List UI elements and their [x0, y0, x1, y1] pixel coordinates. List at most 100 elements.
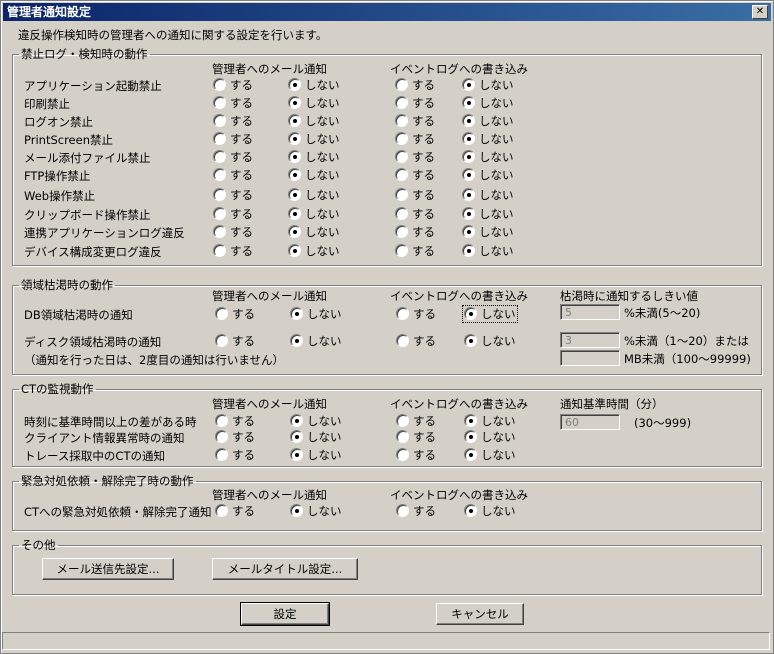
radio-circle-icon	[464, 307, 477, 320]
section3-row0-event-off-radio[interactable]: しない	[464, 414, 516, 428]
section3-row2-mail-on-radio[interactable]: する	[215, 448, 255, 462]
section2-row0-event-on-radio[interactable]: する	[396, 307, 436, 321]
radio-circle-icon	[288, 114, 301, 127]
radio-circle-icon	[396, 504, 409, 517]
section1-row9-mail-on-radio[interactable]: する	[213, 244, 253, 258]
section2-row1-mail-off-radio[interactable]: しない	[290, 334, 342, 348]
section1-row3-event-on-radio[interactable]: する	[395, 132, 435, 146]
section1-row4-mail-off-radio[interactable]: しない	[288, 150, 340, 164]
section3-row2-mail-off-radio[interactable]: しない	[290, 448, 342, 462]
radio-label: する	[232, 504, 255, 518]
radio-label: する	[230, 150, 253, 164]
section1-row8-event-on-radio[interactable]: する	[395, 225, 435, 239]
title-bar[interactable]: 管理者通知設定 ✕	[3, 3, 771, 21]
section3-row0-mail-off-radio[interactable]: しない	[290, 414, 342, 428]
section1-row2-mail-on-radio[interactable]: する	[213, 114, 253, 128]
section1-row4-event-off-radio[interactable]: しない	[462, 150, 514, 164]
ct-time-range: (30～999)	[634, 416, 692, 430]
section1-row-label: ログオン禁止	[24, 115, 93, 129]
section3-row1-event-on-radio[interactable]: する	[396, 430, 436, 444]
section2-row1-event-off-radio[interactable]: しない	[464, 334, 516, 348]
disk-threshold-input[interactable]: 3	[560, 332, 620, 348]
section1-row7-mail-on-radio[interactable]: する	[213, 207, 253, 221]
section3-row1-mail-off-radio[interactable]: しない	[290, 430, 342, 444]
section1-row7-event-on-radio[interactable]: する	[395, 207, 435, 221]
mail-destination-button[interactable]: メール送信先設定...	[42, 558, 174, 580]
section1-row6-event-on-radio[interactable]: する	[395, 188, 435, 202]
radio-label: しない	[305, 188, 340, 202]
section1-row1-mail-on-radio[interactable]: する	[213, 96, 253, 110]
section1-row4-mail-on-radio[interactable]: する	[213, 150, 253, 164]
radio-label: する	[232, 307, 255, 321]
section1-row8-event-off-radio[interactable]: しない	[462, 225, 514, 239]
section1-row2-event-on-radio[interactable]: する	[395, 114, 435, 128]
radio-circle-icon	[290, 504, 303, 517]
section1-row9-event-off-radio[interactable]: しない	[462, 244, 514, 258]
section4-row0-event-off-radio[interactable]: しない	[464, 504, 516, 518]
ok-button[interactable]: 設定	[240, 602, 330, 626]
section3-row1-mail-on-radio[interactable]: する	[215, 430, 255, 444]
section1-row3-event-off-radio[interactable]: しない	[462, 132, 514, 146]
section1-row5-mail-on-radio[interactable]: する	[213, 168, 253, 182]
db-threshold-input[interactable]: 5	[560, 304, 620, 320]
radio-circle-icon	[462, 207, 475, 220]
section1-row0-event-on-radio[interactable]: する	[395, 78, 435, 92]
radio-circle-icon	[396, 448, 409, 461]
section1-row1-mail-off-radio[interactable]: しない	[288, 96, 340, 110]
status-bar	[2, 632, 770, 650]
section1-row3-mail-off-radio[interactable]: しない	[288, 132, 340, 146]
mail-title-button[interactable]: メールタイトル設定...	[212, 558, 358, 580]
close-button[interactable]: ✕	[752, 5, 768, 19]
section4-row0-event-on-radio[interactable]: する	[396, 504, 436, 518]
radio-circle-icon	[213, 225, 226, 238]
section1-row0-mail-off-radio[interactable]: しない	[288, 78, 340, 92]
section1-row6-mail-off-radio[interactable]: しない	[288, 188, 340, 202]
radio-circle-icon	[290, 430, 303, 443]
section3-row0-mail-on-radio[interactable]: する	[215, 414, 255, 428]
s2-note: （通知を行った日は、2度目の通知は行いません）	[24, 353, 284, 367]
section1-row9-mail-off-radio[interactable]: しない	[288, 244, 340, 258]
section2-row1-mail-on-radio[interactable]: する	[215, 334, 255, 348]
section1-row6-mail-on-radio[interactable]: する	[213, 188, 253, 202]
radio-circle-icon	[395, 150, 408, 163]
section1-row2-mail-off-radio[interactable]: しない	[288, 114, 340, 128]
section1-row0-mail-on-radio[interactable]: する	[213, 78, 253, 92]
section1-row3-mail-on-radio[interactable]: する	[213, 132, 253, 146]
section4-row0-mail-off-radio[interactable]: しない	[290, 504, 342, 518]
cancel-button[interactable]: キャンセル	[436, 603, 524, 625]
section1-row1-event-off-radio[interactable]: しない	[462, 96, 514, 110]
ct-time-input[interactable]: 60	[560, 414, 620, 430]
section1-row1-event-on-radio[interactable]: する	[395, 96, 435, 110]
section2-row0-event-off-radio[interactable]: しない	[462, 305, 518, 323]
section1-row7-mail-off-radio[interactable]: しない	[288, 207, 340, 221]
section3-row2-event-on-radio[interactable]: する	[396, 448, 436, 462]
section1-row5-mail-off-radio[interactable]: しない	[288, 168, 340, 182]
section1-row5-event-off-radio[interactable]: しない	[462, 168, 514, 182]
section1-row8-mail-off-radio[interactable]: しない	[288, 225, 340, 239]
disk-mb-threshold-input[interactable]	[560, 350, 620, 366]
section1-row8-mail-on-radio[interactable]: する	[213, 225, 253, 239]
section3-row0-event-on-radio[interactable]: する	[396, 414, 436, 428]
section1-row2-event-off-radio[interactable]: しない	[462, 114, 514, 128]
radio-label: する	[412, 225, 435, 239]
radio-circle-icon	[215, 307, 228, 320]
radio-label: しない	[479, 114, 514, 128]
section1-row6-event-off-radio[interactable]: しない	[462, 188, 514, 202]
radio-circle-icon	[395, 207, 408, 220]
radio-circle-icon	[213, 78, 226, 91]
section2-row0-mail-on-radio[interactable]: する	[215, 307, 255, 321]
section2-row0-mail-off-radio[interactable]: しない	[290, 307, 342, 321]
section1-row4-event-on-radio[interactable]: する	[395, 150, 435, 164]
radio-circle-icon	[288, 78, 301, 91]
section1-row0-event-off-radio[interactable]: しない	[462, 78, 514, 92]
section4-row0-mail-on-radio[interactable]: する	[215, 504, 255, 518]
section1-row9-event-on-radio[interactable]: する	[395, 244, 435, 258]
section1-row7-event-off-radio[interactable]: しない	[462, 207, 514, 221]
section3-row2-event-off-radio[interactable]: しない	[464, 448, 516, 462]
radio-circle-icon	[288, 225, 301, 238]
section3-row1-event-off-radio[interactable]: しない	[464, 430, 516, 444]
radio-label: しない	[481, 307, 516, 321]
section1-row5-event-on-radio[interactable]: する	[395, 168, 435, 182]
radio-label: しない	[305, 132, 340, 146]
section2-row1-event-on-radio[interactable]: する	[396, 334, 436, 348]
